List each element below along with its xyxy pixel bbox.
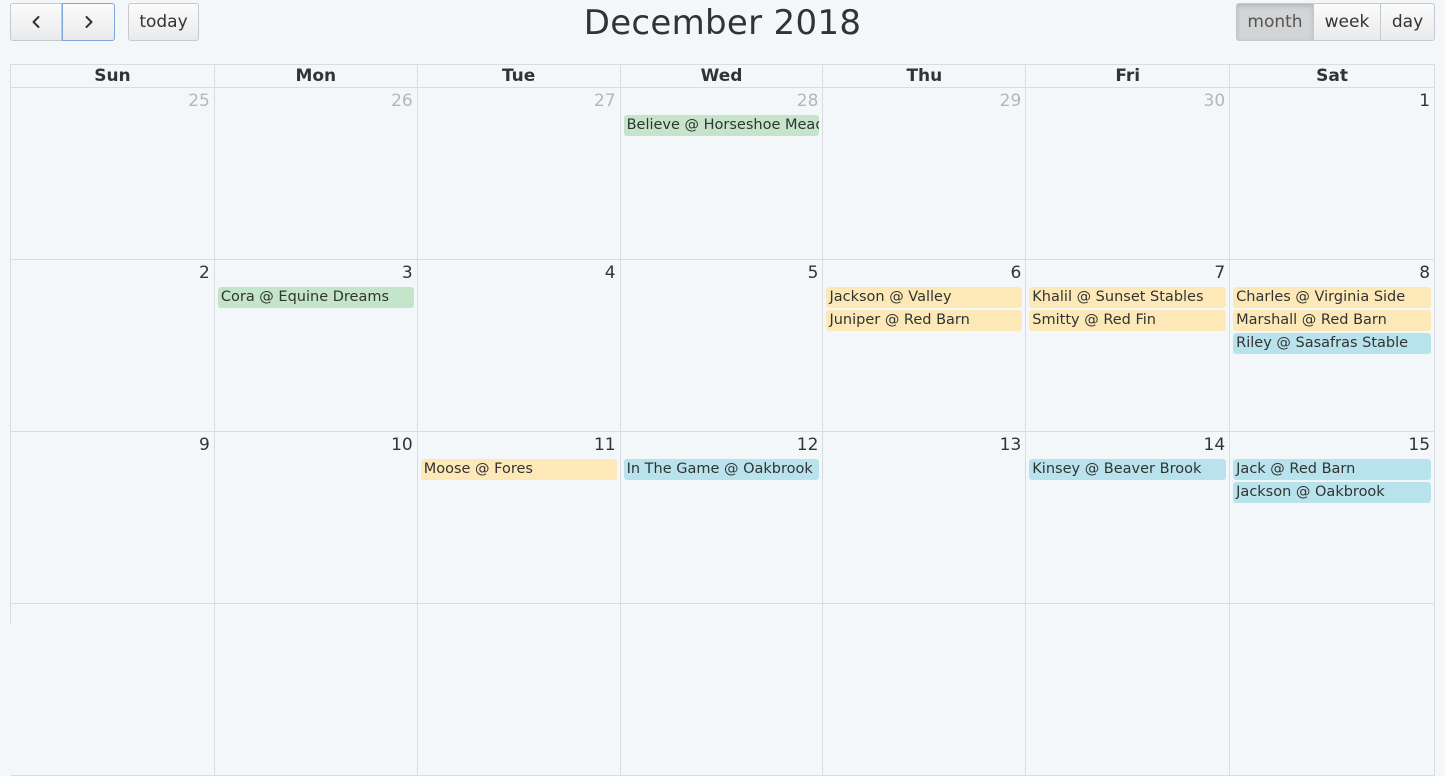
day-number[interactable]: 29: [1000, 91, 1022, 111]
day-cell[interactable]: 10: [215, 432, 418, 603]
day-number[interactable]: 15: [1408, 435, 1430, 455]
day-cell[interactable]: 14 Kinsey @ Beaver Brook: [1026, 432, 1231, 603]
weekday-header: Sun Mon Tue Wed Thu Fri Sat: [11, 65, 1436, 88]
weekday-header-mon: Mon: [215, 65, 418, 87]
day-number[interactable]: 7: [1214, 263, 1225, 283]
day-cell[interactable]: 4: [418, 260, 621, 431]
month-grid: Sun Mon Tue Wed Thu Fri Sat 25 26 27 28 Believe @ …: [10, 64, 1436, 776]
day-cell[interactable]: 15 Jack @ Red Barn Jackson @ Oakbrook: [1230, 432, 1436, 603]
calendar-event[interactable]: Riley @ Sasafras Stable: [1233, 333, 1432, 354]
day-events: Charles @ Virginia Side Marshall @ Red Ba…: [1233, 287, 1432, 356]
weekday-header-fri: Fri: [1026, 65, 1231, 87]
day-events: Moose @ Fores: [420, 459, 617, 482]
day-events: Khalil @ Sunset Stables Smitty @ Red Fin: [1029, 287, 1227, 333]
day-number[interactable]: 26: [391, 91, 413, 111]
day-cell[interactable]: 25: [11, 88, 215, 259]
day-number[interactable]: 2: [199, 263, 210, 283]
calendar-event[interactable]: Cora @ Equine Dreams: [217, 287, 414, 308]
calendar-title: December 2018: [583, 3, 862, 43]
day-cell[interactable]: 28 Believe @ Horseshoe Mead: [621, 88, 824, 259]
day-events: Believe @ Horseshoe Mead: [623, 115, 820, 138]
day-cell[interactable]: [1230, 604, 1436, 775]
day-number[interactable]: 12: [797, 435, 819, 455]
view-switcher: month week day: [1236, 3, 1435, 41]
day-number[interactable]: 8: [1419, 263, 1430, 283]
day-number[interactable]: 3: [402, 263, 413, 283]
day-events: Jackson @ Valley Juniper @ Red Barn: [826, 287, 1023, 333]
day-cell[interactable]: 30: [1026, 88, 1231, 259]
day-cell[interactable]: 26: [215, 88, 418, 259]
day-number[interactable]: 4: [605, 263, 616, 283]
week-view-button[interactable]: week: [1313, 3, 1381, 41]
day-cell[interactable]: 11 Moose @ Fores: [418, 432, 621, 603]
day-cell[interactable]: 3 Cora @ Equine Dreams: [215, 260, 418, 431]
day-cell[interactable]: 27: [418, 88, 621, 259]
day-cell[interactable]: 6 Jackson @ Valley Juniper @ Red Barn: [823, 260, 1027, 431]
calendar-event[interactable]: Jackson @ Oakbrook: [1233, 482, 1432, 503]
week-row: [11, 604, 1436, 776]
calendar-event[interactable]: Kinsey @ Beaver Brook: [1029, 459, 1227, 480]
day-number[interactable]: 27: [594, 91, 616, 111]
day-number[interactable]: 10: [391, 435, 413, 455]
day-cell[interactable]: [823, 604, 1027, 775]
day-cell[interactable]: 2: [11, 260, 215, 431]
day-number[interactable]: 30: [1204, 91, 1226, 111]
day-cell[interactable]: 29: [823, 88, 1027, 259]
day-number[interactable]: 6: [1010, 263, 1021, 283]
day-cell[interactable]: 8 Charles @ Virginia Side Marshall @ Red B…: [1230, 260, 1436, 431]
calendar-event[interactable]: Jack @ Red Barn: [1233, 459, 1432, 480]
weekday-header-tue: Tue: [418, 65, 621, 87]
weekday-header-sun: Sun: [11, 65, 215, 87]
day-events: In The Game @ Oakbrook: [623, 459, 820, 482]
week-row: 9 10 11 Moose @ Fores 12 In The Game @ Oakbro…: [11, 432, 1436, 604]
day-number[interactable]: 9: [199, 435, 210, 455]
day-cell[interactable]: 12 In The Game @ Oakbrook: [621, 432, 824, 603]
day-cell[interactable]: [215, 604, 418, 775]
day-events: Kinsey @ Beaver Brook: [1029, 459, 1227, 482]
day-cell[interactable]: [11, 604, 215, 775]
calendar-event[interactable]: Khalil @ Sunset Stables: [1029, 287, 1227, 308]
weekday-header-wed: Wed: [621, 65, 824, 87]
day-number[interactable]: 25: [188, 91, 210, 111]
day-events: Cora @ Equine Dreams: [217, 287, 414, 310]
weeks-container: 25 26 27 28 Believe @ Horseshoe Mead 29 30 1 2 3 C…: [11, 88, 1436, 776]
calendar-event[interactable]: Marshall @ Red Barn: [1233, 310, 1432, 331]
day-cell[interactable]: [621, 604, 824, 775]
day-cell[interactable]: 5: [621, 260, 824, 431]
month-view-button[interactable]: month: [1236, 3, 1314, 41]
day-events: Jack @ Red Barn Jackson @ Oakbrook: [1233, 459, 1432, 505]
day-cell[interactable]: 13: [823, 432, 1027, 603]
day-number[interactable]: 5: [808, 263, 819, 283]
day-number[interactable]: 13: [1000, 435, 1022, 455]
calendar-event[interactable]: Charles @ Virginia Side: [1233, 287, 1432, 308]
weekday-header-sat: Sat: [1230, 65, 1436, 87]
day-number[interactable]: 28: [797, 91, 819, 111]
day-cell[interactable]: 1: [1230, 88, 1436, 259]
day-number[interactable]: 14: [1204, 435, 1226, 455]
calendar-event[interactable]: Believe @ Horseshoe Mead: [623, 115, 820, 136]
weekday-header-thu: Thu: [823, 65, 1027, 87]
calendar-event[interactable]: Juniper @ Red Barn: [826, 310, 1023, 331]
day-cell[interactable]: [418, 604, 621, 775]
day-number[interactable]: 11: [594, 435, 616, 455]
day-cell[interactable]: [1026, 604, 1231, 775]
day-view-button[interactable]: day: [1380, 3, 1435, 41]
calendar-event[interactable]: Smitty @ Red Fin: [1029, 310, 1227, 331]
calendar-event[interactable]: Moose @ Fores: [420, 459, 617, 480]
day-cell[interactable]: 9: [11, 432, 215, 603]
calendar-event[interactable]: In The Game @ Oakbrook: [623, 459, 820, 480]
day-cell[interactable]: 7 Khalil @ Sunset Stables Smitty @ Red Fin: [1026, 260, 1231, 431]
calendar-event[interactable]: Jackson @ Valley: [826, 287, 1023, 308]
week-row: 2 3 Cora @ Equine Dreams 4 5 6 Jackson @ Valle…: [11, 260, 1436, 432]
day-number[interactable]: 1: [1419, 91, 1430, 111]
week-row: 25 26 27 28 Believe @ Horseshoe Mead 29 30 1: [11, 88, 1436, 260]
calendar-toolbar: today December 2018 month week day: [0, 0, 1445, 50]
